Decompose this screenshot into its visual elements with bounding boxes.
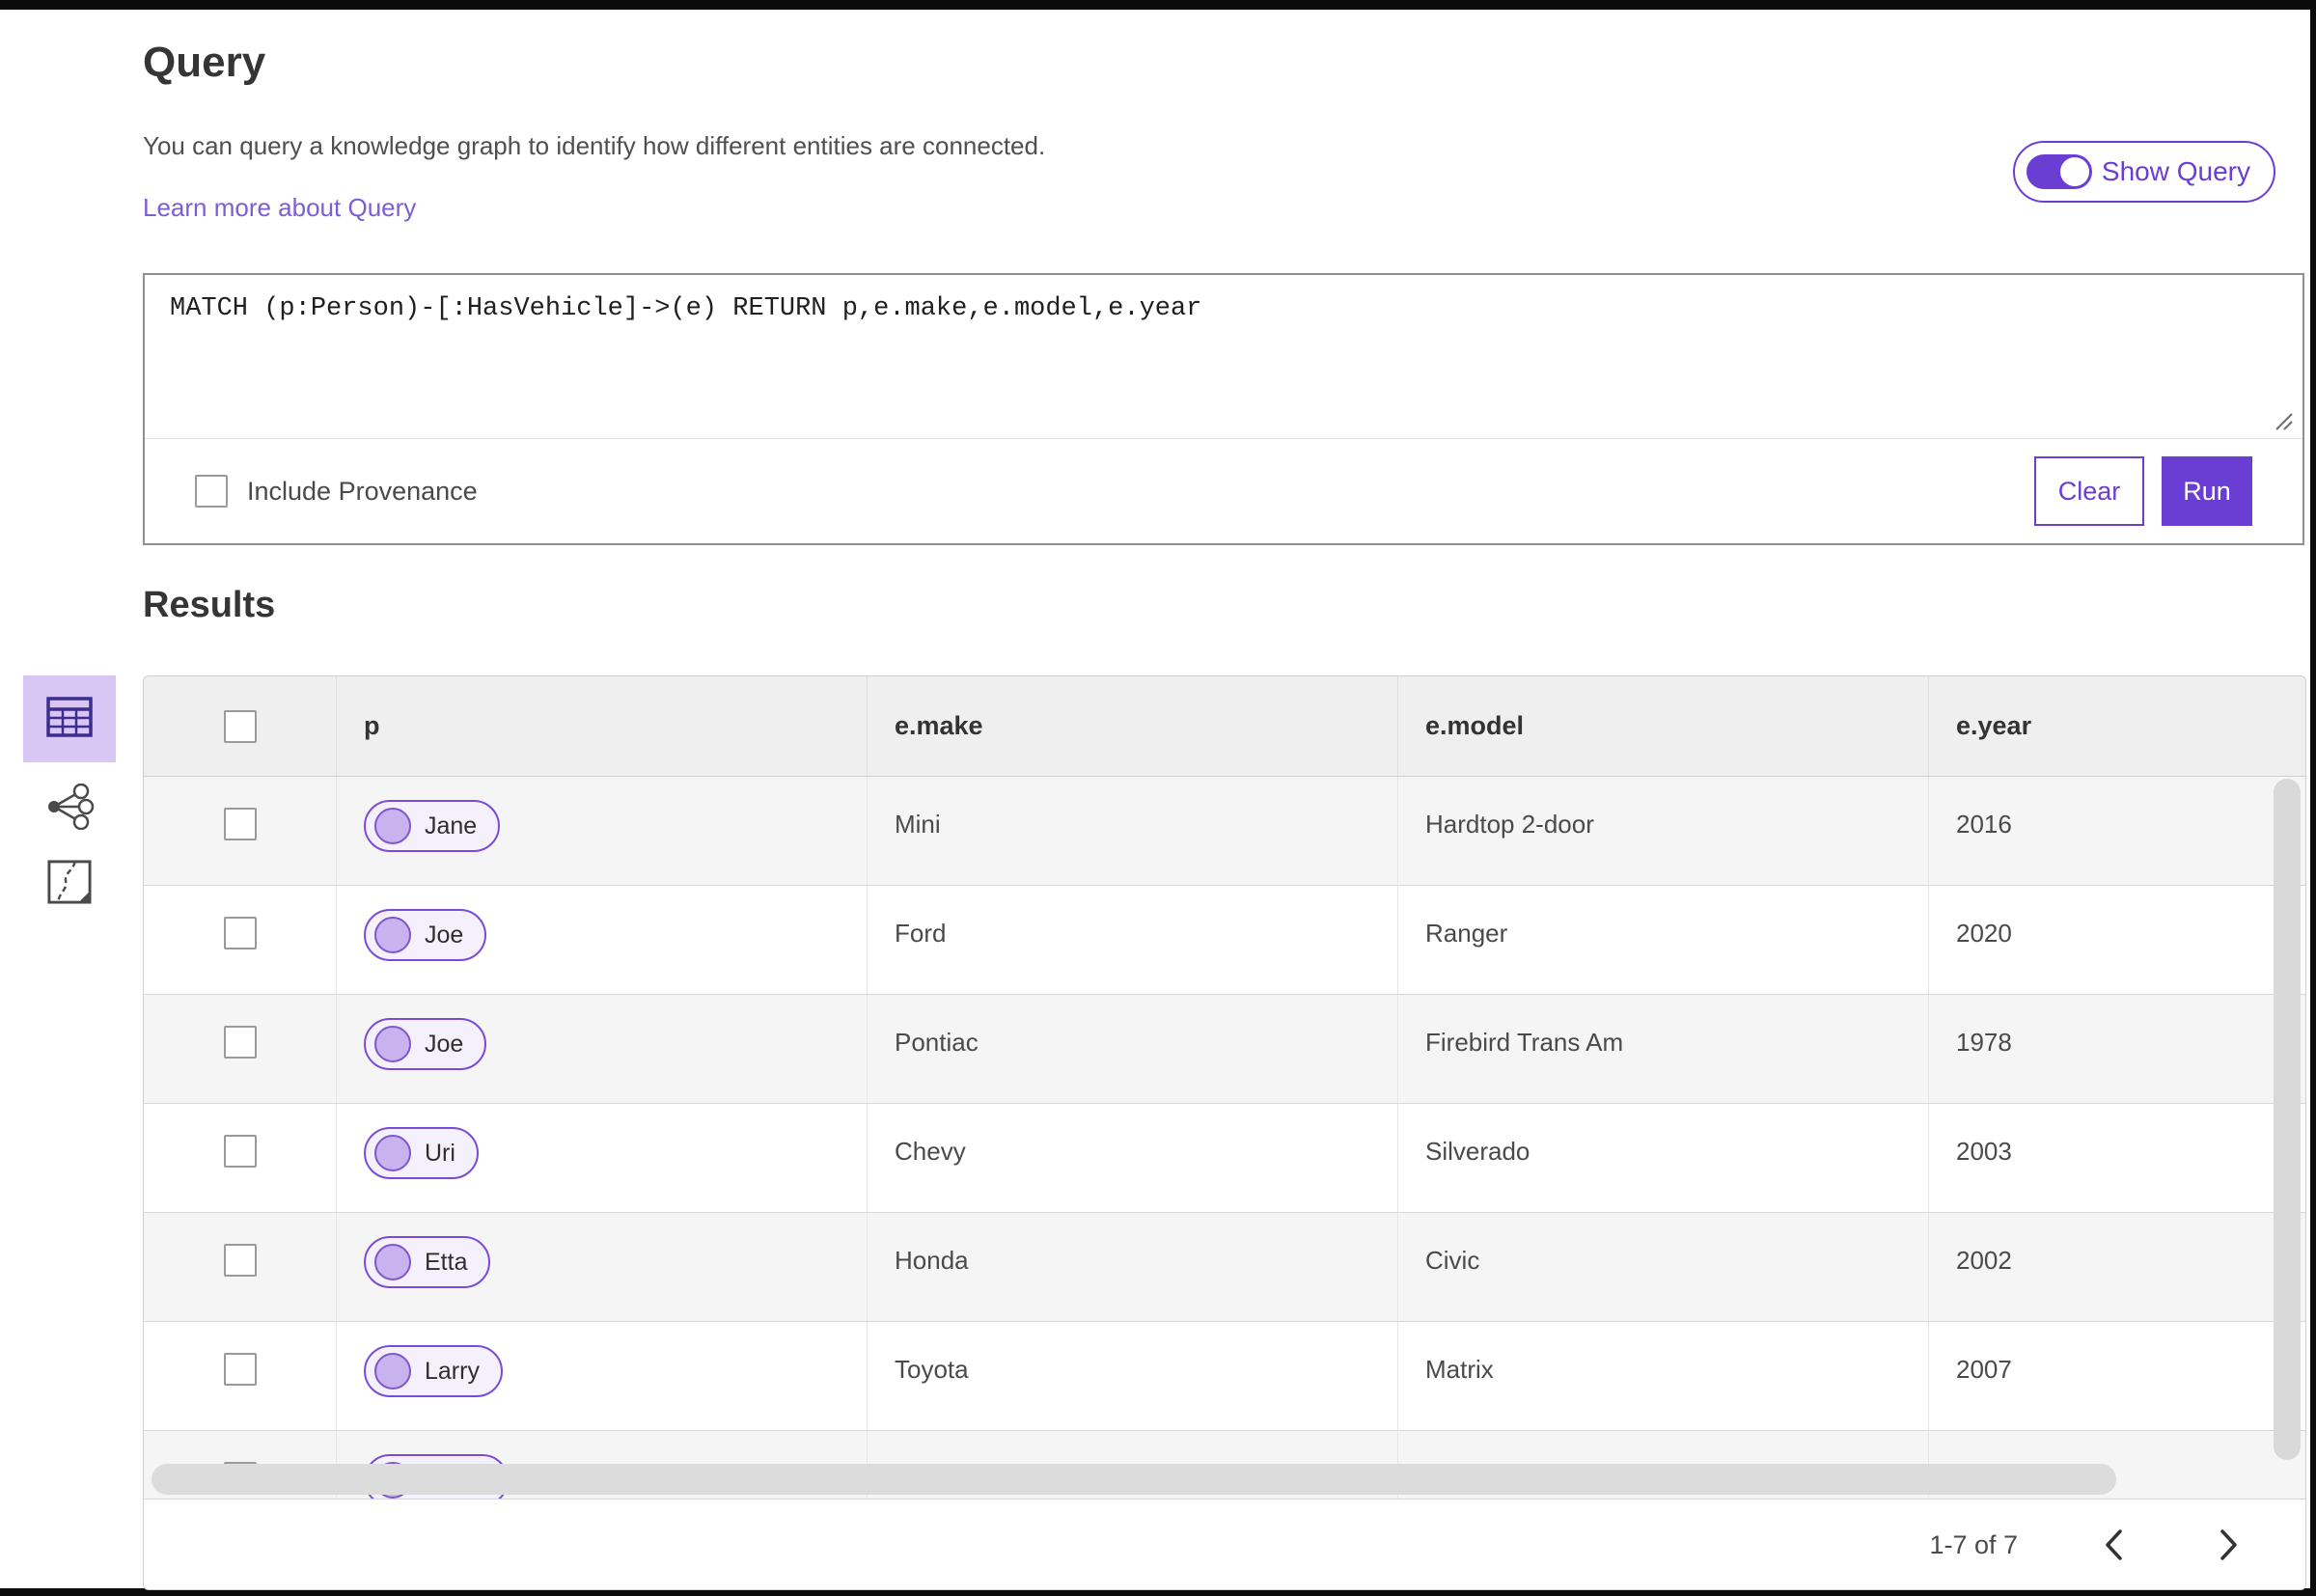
entity-pill[interactable]: Uri (364, 1127, 479, 1179)
cell-e-model: Silverado (1398, 1104, 1929, 1212)
row-checkbox[interactable] (223, 1353, 257, 1386)
entity-label: Joe (425, 1030, 464, 1058)
next-page-button[interactable] (2209, 1525, 2249, 1565)
query-panel: MATCH (p:Person)-[:HasVehicle]->(e) RETU… (143, 273, 2304, 545)
row-checkbox[interactable] (223, 1026, 257, 1059)
entity-label: Larry (425, 1357, 480, 1385)
entity-node-icon (374, 917, 411, 953)
cell-e-model: Ranger (1398, 886, 1929, 994)
cell-e-year: 2007 (1956, 1355, 2012, 1384)
cell-e-make: Chevy (868, 1104, 1398, 1212)
cell-e-make: Toyota (868, 1322, 1398, 1430)
row-checkbox[interactable] (223, 1244, 257, 1277)
cell-e-model: Firebird Trans Am (1398, 995, 1929, 1103)
cell-e-make: Pontiac (868, 995, 1398, 1103)
cell-e-year: 1978 (1956, 1028, 2012, 1057)
show-query-label: Show Query (2101, 156, 2250, 186)
cell-e-model: Matrix (1398, 1322, 1929, 1430)
page-title: Query (143, 39, 266, 86)
vertical-scrollbar[interactable] (2274, 779, 2301, 1460)
results-table: p e.make e.model e.year Jane Mini Hardto… (144, 676, 2305, 1499)
cell-e-year: 2016 (1956, 810, 2012, 839)
table-header-row: p e.make e.model e.year (144, 676, 2305, 777)
column-header-e-make: e.make (868, 676, 1398, 776)
map-icon (47, 859, 92, 909)
entity-pill[interactable]: Joe (364, 1018, 487, 1070)
run-button[interactable]: Run (2162, 456, 2252, 526)
entity-pill[interactable]: Jane (364, 800, 501, 852)
column-header-p: p (337, 676, 868, 776)
row-checkbox[interactable] (223, 808, 257, 840)
entity-pill[interactable]: Larry (364, 1345, 503, 1397)
column-header-e-model: e.model (1398, 676, 1929, 776)
entity-label: Jane (425, 812, 478, 839)
table-view-button[interactable] (23, 675, 116, 762)
show-query-toggle[interactable]: Show Query (2012, 141, 2275, 203)
table-row: Joe Pontiac Firebird Trans Am 1978 (144, 995, 2305, 1104)
table-row: Larry Toyota Matrix 2007 (144, 1322, 2305, 1431)
entity-node-icon (374, 1026, 411, 1062)
cell-e-year: 2002 (1956, 1246, 2012, 1275)
entity-node-icon (374, 1353, 411, 1390)
cell-e-make: Mini (868, 777, 1398, 885)
clear-button[interactable]: Clear (2034, 456, 2144, 526)
query-editor: MATCH (p:Person)-[:HasVehicle]->(e) RETU… (145, 275, 2302, 439)
entity-pill[interactable]: Etta (364, 1236, 491, 1288)
query-page: Query You can query a knowledge graph to… (0, 0, 2316, 1596)
table-pagination: 1-7 of 7 (144, 1499, 2305, 1589)
window-edge-right (2310, 0, 2316, 1596)
link-chart-icon (44, 783, 95, 835)
entity-node-icon (374, 1244, 411, 1280)
table-row: Uri Chevy Silverado 2003 (144, 1104, 2305, 1213)
cell-e-year: 2020 (1956, 919, 2012, 948)
row-checkbox[interactable] (223, 917, 257, 949)
entity-node-icon (374, 808, 411, 844)
table-row: Joe Ford Ranger 2020 (144, 886, 2305, 995)
map-view-button[interactable] (39, 855, 100, 913)
column-header-e-year: e.year (1956, 711, 2032, 740)
row-checkbox[interactable] (223, 1135, 257, 1168)
query-actions-bar: Include Provenance Clear Run (145, 439, 2302, 543)
cell-e-model: Hardtop 2-door (1398, 777, 1929, 885)
query-input[interactable]: MATCH (p:Person)-[:HasVehicle]->(e) RETU… (145, 275, 2302, 438)
table-row: Etta Honda Civic 2002 (144, 1213, 2305, 1322)
header-checkbox-cell (144, 676, 337, 776)
entity-label: Joe (425, 921, 464, 949)
link-chart-view-button[interactable] (39, 780, 100, 838)
query-buttons: Clear Run (2034, 456, 2252, 526)
cell-e-make: Honda (868, 1213, 1398, 1321)
include-provenance-option: Include Provenance (195, 475, 478, 508)
entity-node-icon (374, 1135, 411, 1171)
results-card: p e.make e.model e.year Jane Mini Hardto… (143, 675, 2306, 1590)
entity-label: Etta (425, 1248, 468, 1276)
learn-more-link[interactable]: Learn more about Query (143, 193, 416, 223)
textarea-resize-handle[interactable] (2272, 409, 2295, 432)
toggle-knob (2059, 157, 2089, 186)
horizontal-scrollbar[interactable] (152, 1464, 2116, 1495)
select-all-checkbox[interactable] (223, 709, 257, 743)
results-view-switcher (23, 675, 116, 913)
include-provenance-checkbox[interactable] (195, 475, 228, 508)
page-description: You can query a knowledge graph to ident… (143, 131, 1046, 160)
entity-label: Uri (425, 1139, 455, 1167)
cell-e-model: Civic (1398, 1213, 1929, 1321)
cell-e-year: 2003 (1956, 1137, 2012, 1166)
pagination-range-label: 1-7 of 7 (1929, 1529, 2018, 1559)
cell-e-make: Ford (868, 886, 1398, 994)
previous-page-button[interactable] (2093, 1525, 2134, 1565)
include-provenance-label: Include Provenance (247, 476, 478, 506)
window-edge-top (0, 0, 2316, 10)
results-heading: Results (143, 585, 276, 625)
toggle-switch-icon (2026, 154, 2092, 189)
table-row: Jane Mini Hardtop 2-door 2016 (144, 777, 2305, 886)
table-icon (46, 696, 93, 742)
entity-pill[interactable]: Joe (364, 909, 487, 961)
